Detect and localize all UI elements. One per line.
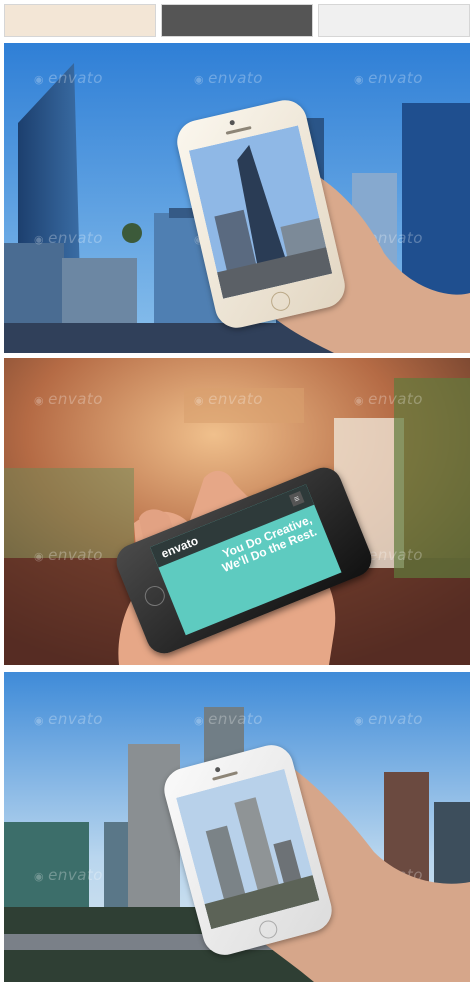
color-swatch-light [318, 4, 470, 37]
home-button [141, 582, 168, 610]
screen-city-photo [176, 768, 320, 930]
home-button [269, 289, 293, 313]
color-swatch-gray [161, 4, 313, 37]
mockup-panel-skyline: envato envato envato envato envato envat… [4, 43, 470, 353]
mockup-panel-restaurant: envato envato envato envato envato envat… [4, 358, 470, 665]
phone-screen [176, 768, 320, 930]
screen-city-photo [188, 125, 333, 299]
camera-icon [229, 119, 236, 126]
mockup-panel-city-traffic: envato envato envato envato envato [4, 672, 470, 982]
speaker-grille [225, 126, 252, 135]
phone-screen [188, 125, 333, 299]
color-swatch-beige [4, 4, 156, 37]
camera-icon [214, 766, 221, 773]
speaker-grille [212, 771, 238, 781]
home-button [257, 918, 280, 941]
